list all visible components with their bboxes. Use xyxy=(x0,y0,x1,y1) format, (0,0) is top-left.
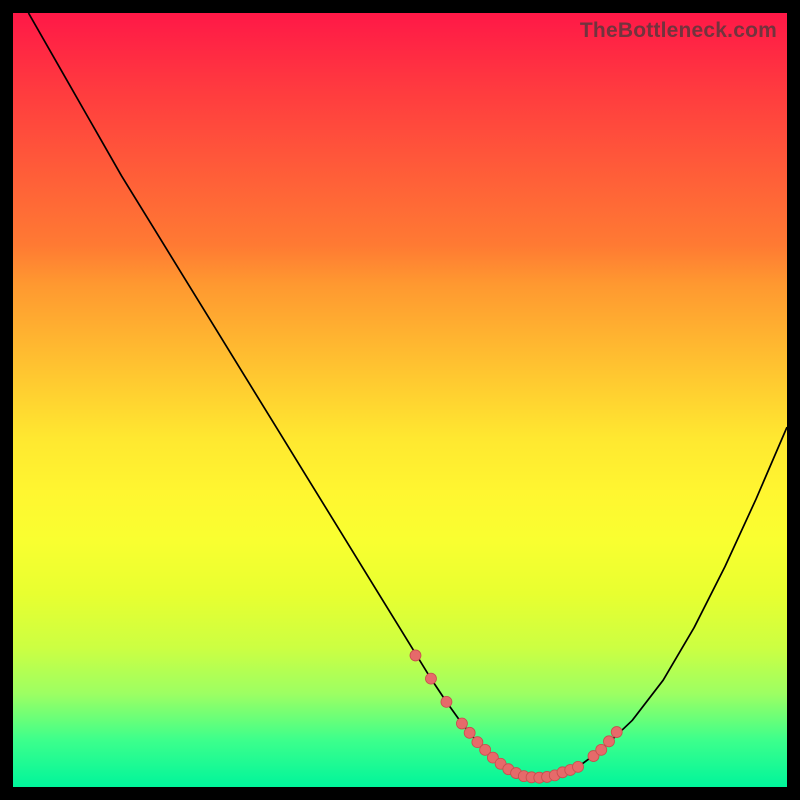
curve-line xyxy=(28,13,787,778)
data-dot xyxy=(603,736,614,747)
data-dots xyxy=(410,650,622,783)
data-dot xyxy=(410,650,421,661)
chart-container: TheBottleneck.com xyxy=(0,0,800,800)
data-dot xyxy=(611,727,622,738)
data-dot xyxy=(596,744,607,755)
data-dot xyxy=(464,727,475,738)
plot-area: TheBottleneck.com xyxy=(13,13,787,787)
data-dot xyxy=(425,673,436,684)
data-dot xyxy=(441,696,452,707)
data-dot xyxy=(456,718,467,729)
data-dot xyxy=(573,761,584,772)
chart-svg xyxy=(13,13,787,787)
